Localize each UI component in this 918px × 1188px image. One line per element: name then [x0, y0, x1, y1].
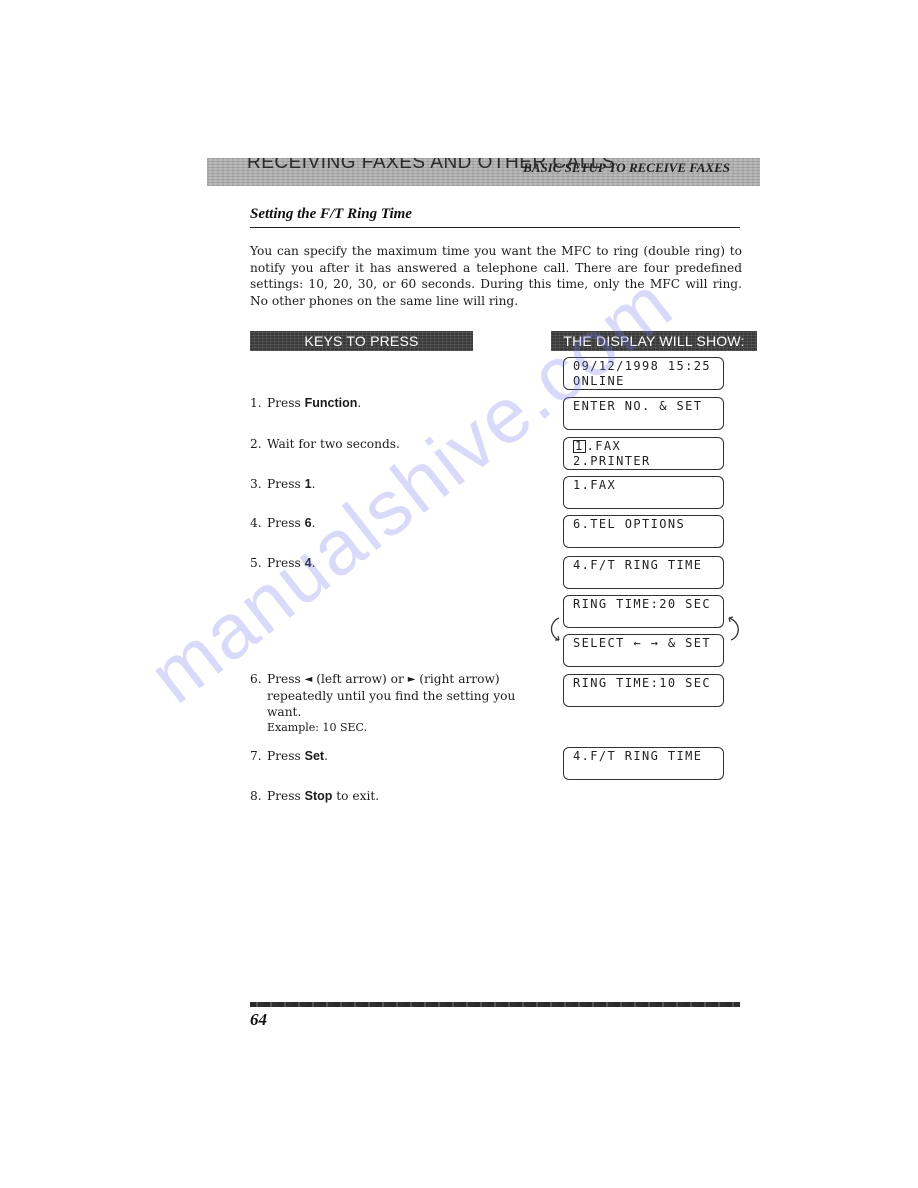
- step-text: (right arrow): [415, 672, 500, 686]
- display-will-show-banner: THE DISPLAY WILL SHOW:: [551, 331, 757, 351]
- footer-divider: [250, 1002, 740, 1007]
- step-number: 6.: [250, 672, 262, 686]
- step-text: .: [311, 516, 316, 530]
- step-2: 2. Wait for two seconds.: [250, 436, 520, 452]
- step-1: 1. Press Function.: [250, 395, 520, 411]
- lcd-display-2: ENTER NO. & SET: [563, 397, 724, 430]
- lcd-line-1: ENTER NO. & SET: [573, 399, 703, 413]
- lcd-display-1: 09/12/1998 15:25 ONLINE: [563, 357, 724, 390]
- lcd-display-4: 1.FAX: [563, 476, 724, 509]
- lcd-display-5: 6.TEL OPTIONS: [563, 515, 724, 548]
- lcd-display-3: 1 .FAX 2.PRINTER: [563, 437, 724, 470]
- lcd-display-6: 4.F/T RING TIME: [563, 556, 724, 589]
- step-continuation: repeatedly until you find the setting yo…: [267, 689, 516, 719]
- step-text: Press: [267, 396, 305, 410]
- key-name: Function: [304, 396, 358, 410]
- title-divider: [250, 227, 740, 228]
- step-7: 7. Press Set.: [250, 748, 520, 764]
- step-text: Press: [267, 556, 305, 570]
- step-text: Press: [267, 789, 305, 803]
- step-text: Press: [267, 516, 305, 530]
- step-text: Press: [267, 672, 305, 686]
- lcd-line-1: 1.FAX: [573, 478, 617, 492]
- step-number: 4.: [250, 516, 262, 530]
- alternating-display-loop-icon: [550, 616, 739, 641]
- lcd-line-1: 1.FAX: [573, 439, 723, 454]
- key-name: 6: [304, 516, 312, 530]
- step-example: Example: 10 SEC.: [267, 721, 368, 734]
- lcd-line-1: RING TIME:10 SEC: [573, 676, 711, 690]
- page-number: 64: [250, 1010, 267, 1029]
- intro-paragraph: You can specify the maximum time you wan…: [250, 244, 742, 308]
- lcd-display-10: 4.F/T RING TIME: [563, 747, 724, 780]
- lcd-line-2: 2.PRINTER: [573, 454, 651, 468]
- lcd-line-1: 4.F/T RING TIME: [573, 749, 703, 763]
- step-number: 3.: [250, 477, 262, 491]
- step-text: Wait for two seconds.: [267, 437, 400, 451]
- step-text: Press: [267, 477, 305, 491]
- key-name: 1: [304, 477, 312, 491]
- key-name: 4: [304, 556, 312, 570]
- step-number: 5.: [250, 556, 262, 570]
- lcd-cursor: 1: [573, 439, 586, 453]
- step-text: (left arrow) or: [312, 672, 408, 686]
- step-number: 1.: [250, 396, 262, 410]
- step-number: 8.: [250, 789, 262, 803]
- lcd-line-1: 09/12/1998 15:25: [573, 359, 711, 373]
- step-8: 8. Press Stop to exit.: [250, 788, 520, 804]
- keys-to-press-banner: KEYS TO PRESS: [250, 331, 473, 351]
- lcd-text: .FAX: [586, 439, 622, 453]
- running-header: RECEIVING FAXES AND OTHER CALLS BASIC SE…: [207, 158, 760, 186]
- key-name: Set: [304, 749, 325, 763]
- step-text: to exit.: [332, 789, 380, 803]
- step-4: 4. Press 6.: [250, 515, 520, 531]
- step-text: .: [324, 749, 328, 763]
- step-text: .: [311, 477, 316, 491]
- key-name: Stop: [304, 789, 333, 803]
- step-6: 6. Press ◄ (left arrow) or ► (right arrow…: [250, 671, 520, 736]
- step-3: 3. Press 1.: [250, 476, 520, 492]
- step-number: 7.: [250, 749, 262, 763]
- lcd-line-2: ONLINE: [573, 374, 625, 388]
- step-text: .: [311, 556, 316, 570]
- lcd-display-9: RING TIME:10 SEC: [563, 674, 724, 707]
- step-text: .: [357, 396, 362, 410]
- section-header: BASIC SETUP TO RECEIVE FAXES: [523, 160, 730, 175]
- lcd-line-1: 6.TEL OPTIONS: [573, 517, 686, 531]
- step-5: 5. Press 4.: [250, 555, 520, 571]
- lcd-line-1: 4.F/T RING TIME: [573, 558, 703, 572]
- section-title: Setting the F/T Ring Time: [250, 206, 412, 222]
- step-text: Press: [267, 749, 305, 763]
- step-number: 2.: [250, 437, 262, 451]
